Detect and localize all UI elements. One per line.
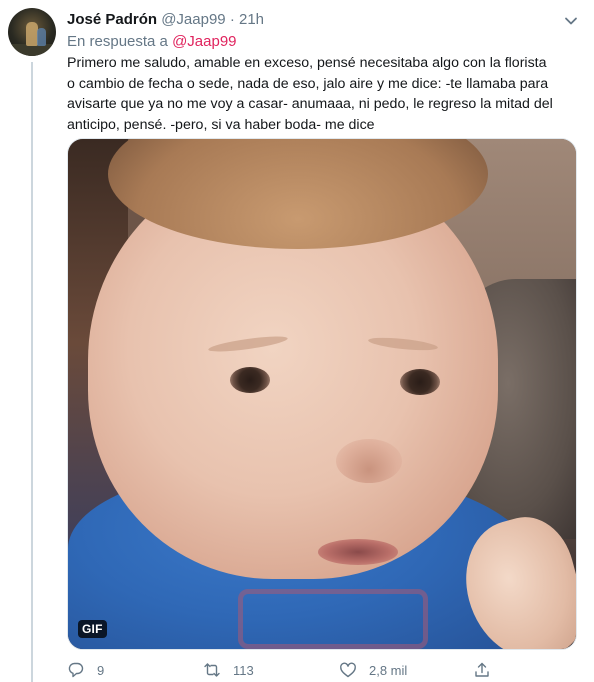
gif-child-mouth	[318, 539, 398, 565]
like-count: 2,8 mil	[369, 662, 408, 678]
tweet-time[interactable]: 21h	[239, 11, 264, 28]
avatar-figure-2	[37, 28, 46, 46]
tweet-actions: 9 113 2,8 mil	[67, 660, 507, 680]
tweet-text-line: o cambio de fecha o sede, nada de eso, j…	[67, 75, 549, 92]
tweet-text-line: anticipo, pensé. -pero, si va haber boda…	[67, 116, 375, 133]
chevron-down-icon[interactable]	[562, 12, 580, 30]
reply-context: En respuesta a @Jaap99	[67, 32, 237, 52]
tweet-text-line: Primero me saludo, amable en exceso, pen…	[67, 55, 547, 71]
avatar[interactable]	[8, 8, 56, 56]
retweet-count: 113	[233, 662, 254, 678]
separator-dot: ·	[229, 11, 235, 28]
retweet-button[interactable]: 113	[203, 660, 254, 680]
reply-button[interactable]: 9	[67, 660, 104, 680]
reply-count: 9	[97, 662, 105, 678]
like-button[interactable]: 2,8 mil	[339, 660, 407, 680]
gif-shirt-print	[238, 589, 428, 649]
tweet-text: Primero me saludo, amable en exceso, pen…	[67, 53, 583, 135]
share-icon	[475, 662, 489, 677]
tweet-header: José Padrón @Jaap99 · 21h	[67, 10, 554, 30]
gif-child-eye-left	[230, 367, 270, 393]
share-button[interactable]	[473, 660, 503, 680]
tweet-text-line: avisarte que ya no me voy a casar- anuma…	[67, 96, 553, 112]
thread-line	[31, 62, 33, 682]
gif-child-eye-right	[400, 369, 440, 395]
gif-media[interactable]: GIF	[67, 138, 577, 650]
reply-label: En respuesta a	[67, 33, 168, 50]
reply-mention[interactable]: @Jaap99	[172, 33, 236, 50]
gif-child-nose	[336, 439, 402, 483]
heart-icon	[340, 662, 356, 678]
reply-icon	[68, 662, 84, 678]
gif-badge: GIF	[78, 620, 107, 638]
author-handle[interactable]: @Jaap99	[161, 11, 225, 28]
author-name[interactable]: José Padrón	[67, 11, 157, 28]
retweet-icon	[204, 663, 220, 677]
